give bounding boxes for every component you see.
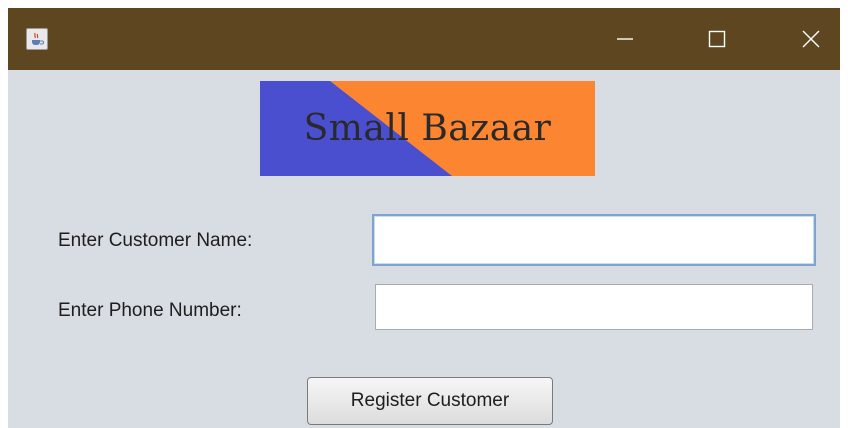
phone-number-input[interactable] <box>375 284 813 330</box>
minimize-icon <box>617 38 633 40</box>
close-icon <box>802 30 820 48</box>
maximize-icon <box>708 30 726 48</box>
minimize-button[interactable] <box>594 8 656 70</box>
customer-name-input[interactable] <box>372 214 816 266</box>
maximize-button[interactable] <box>686 8 748 70</box>
phone-number-label: Enter Phone Number: <box>58 300 242 321</box>
logo-banner: Small Bazaar <box>260 81 595 176</box>
title-bar[interactable] <box>8 8 840 70</box>
logo-text: Small Bazaar <box>303 108 552 149</box>
app-window: Small Bazaar Enter Customer Name: Enter … <box>8 8 840 428</box>
register-customer-button[interactable]: Register Customer <box>307 377 553 425</box>
java-coffee-icon[interactable] <box>26 28 48 50</box>
customer-name-label: Enter Customer Name: <box>58 230 253 251</box>
close-button[interactable] <box>780 8 840 70</box>
